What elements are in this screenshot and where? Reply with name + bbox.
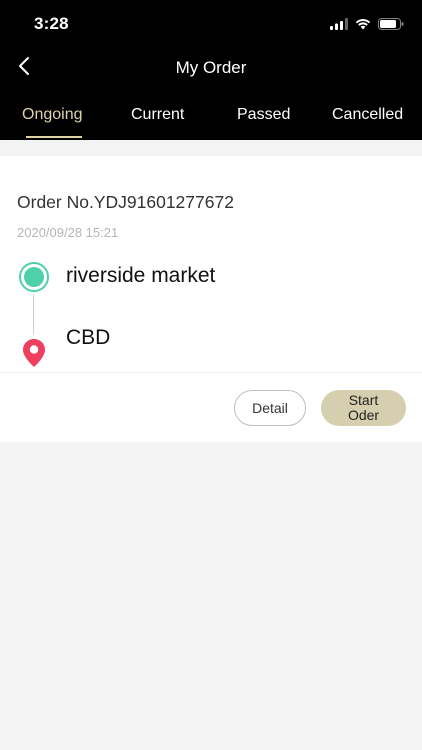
- order-number: Order No.YDJ91601277672: [17, 192, 234, 212]
- status-time: 3:28: [34, 14, 69, 33]
- order-datetime: 2020/09/28 15:21: [17, 225, 119, 240]
- tab-current[interactable]: Current: [131, 106, 184, 124]
- nav-bar: My Order: [0, 48, 422, 90]
- location-pin-icon: [22, 338, 46, 368]
- signal-icon: [330, 17, 348, 35]
- wifi-icon: [355, 17, 371, 35]
- detail-button[interactable]: Detail: [234, 390, 306, 426]
- route-connector: [33, 294, 34, 334]
- order-card: Order No.YDJ91601277672 2020/09/28 15:21…: [0, 156, 422, 442]
- page-title: My Order: [175, 58, 247, 77]
- status-icons: [330, 17, 404, 35]
- battery-icon: [378, 17, 404, 35]
- active-tab-indicator: [26, 136, 82, 138]
- destination-location: CBD: [66, 326, 111, 349]
- origin-location: riverside market: [66, 264, 216, 287]
- tab-passed[interactable]: Passed: [237, 106, 290, 124]
- tab-cancelled[interactable]: Cancelled: [332, 106, 403, 124]
- app-header: 3:28 My Order Ongoing Current Passed Can…: [0, 0, 422, 140]
- start-order-button[interactable]: Start Oder: [321, 390, 406, 426]
- card-divider: [0, 372, 422, 373]
- tab-ongoing[interactable]: Ongoing: [22, 106, 83, 124]
- order-list: Order No.YDJ91601277672 2020/09/28 15:21…: [0, 140, 422, 750]
- order-status-tabs: Ongoing Current Passed Cancelled: [0, 96, 422, 140]
- origin-marker-icon: [19, 262, 49, 292]
- status-bar: 3:28: [0, 0, 422, 48]
